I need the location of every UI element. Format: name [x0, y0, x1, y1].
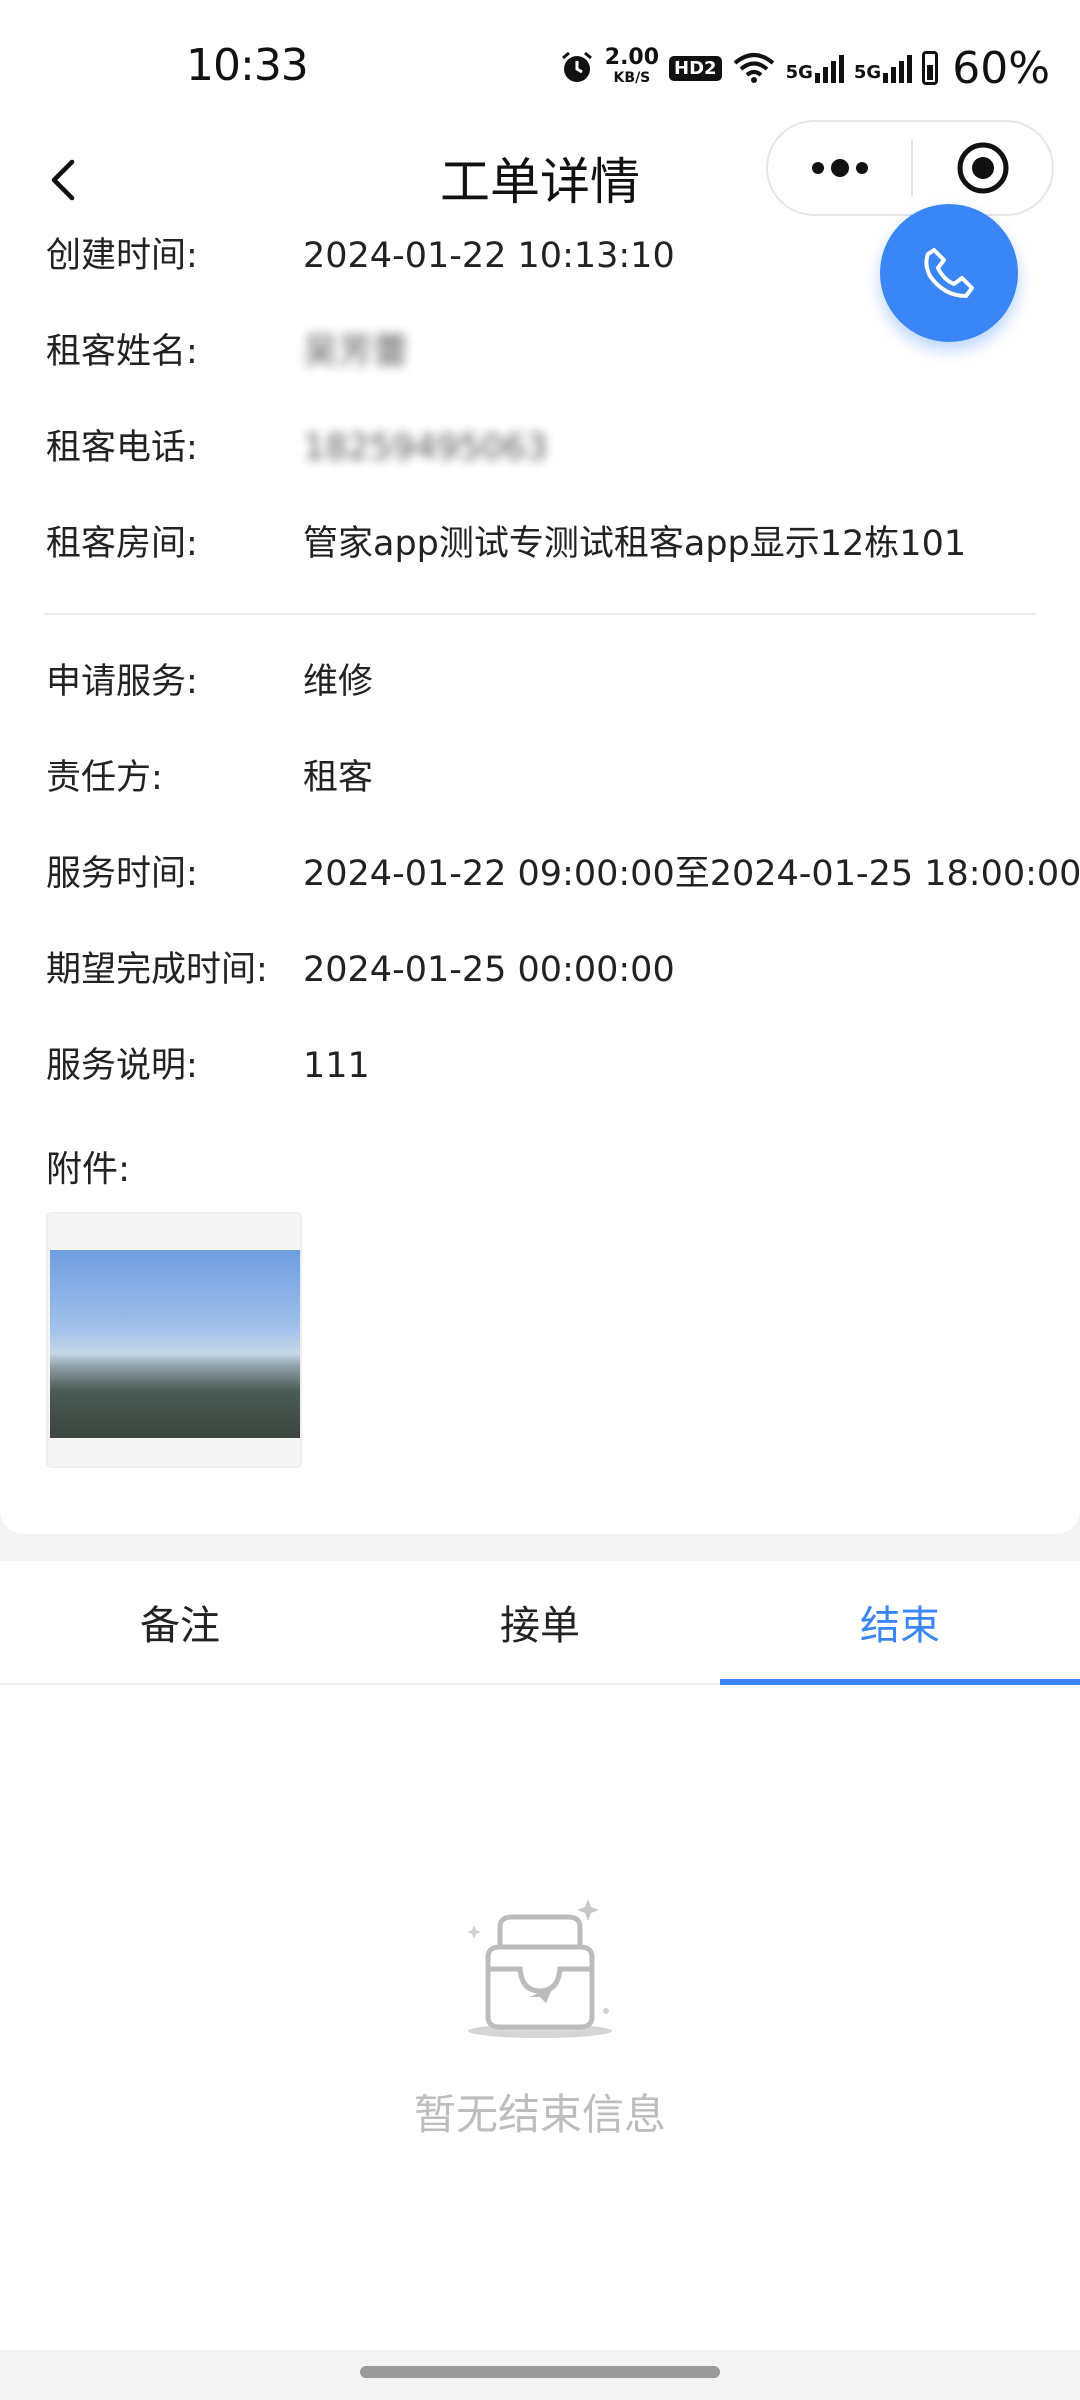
created-time-label: 创建时间: — [46, 236, 198, 276]
battery-icon — [922, 51, 939, 85]
battery-percent: 60% — [952, 42, 1050, 94]
description-value: 111 — [303, 1046, 370, 1086]
tenant-phone-label: 租客电话: — [46, 428, 198, 468]
phone-icon — [924, 248, 974, 298]
tenant-name-label: 租客姓名: — [46, 332, 198, 372]
attachment-label: 附件: — [46, 1149, 131, 1190]
expected-time-value: 2024-01-25 00:00:00 — [303, 950, 675, 990]
empty-state-text: 暂无结束信息 — [413, 2090, 666, 2139]
net-speed-unit: KB/S — [613, 70, 651, 86]
tab-panel: 暂无结束信息 — [0, 1685, 1080, 2350]
tenant-room-value: 管家app测试专测试租客app显示12栋101 — [303, 524, 967, 564]
mini-program-capsule — [766, 120, 1054, 216]
expected-time-label: 期望完成时间: — [46, 950, 268, 990]
status-bar: 10:33 2.00 KB/S HD2 5G 5G 60% — [0, 0, 1080, 136]
alarm-icon — [561, 51, 592, 82]
more-button[interactable] — [768, 122, 911, 214]
service-value: 维修 — [303, 662, 374, 702]
description-label: 服务说明: — [46, 1046, 198, 1086]
net-speed-value: 2.00 — [604, 45, 660, 70]
close-button[interactable] — [913, 122, 1052, 214]
attachment-thumbnail[interactable] — [46, 1212, 302, 1468]
cell-signal-2: 5G — [853, 53, 913, 83]
cell-signal-1: 5G — [786, 53, 844, 83]
tenant-room-label: 租客房间: — [46, 524, 198, 564]
service-label: 申请服务: — [46, 662, 198, 702]
tenant-name-value: 吴芳蕾 — [303, 332, 409, 372]
responsible-label: 责任方: — [46, 758, 163, 798]
tab-bar: 备注 接单 结束 — [0, 1561, 1080, 1685]
more-dots-icon — [811, 159, 868, 177]
net-speed: 2.00 KB/S — [604, 45, 660, 88]
detail-card: 创建时间: 2024-01-22 10:13:10 租客姓名: 吴芳蕾 租客电话… — [0, 204, 1080, 1534]
target-close-icon — [957, 142, 1008, 194]
cell-signal-1-label: 5G — [785, 62, 813, 83]
service-time-label: 服务时间: — [46, 854, 198, 894]
empty-inbox-icon — [467, 1899, 612, 2038]
attachment-image — [50, 1250, 300, 1438]
tenant-phone-value[interactable]: 18259495063 — [303, 424, 548, 472]
home-indicator[interactable] — [360, 2366, 720, 2378]
tab-finish[interactable]: 结束 — [720, 1561, 1080, 1685]
cell-signal-2-label: 5G — [853, 62, 882, 83]
tab-accept-order[interactable]: 接单 — [360, 1561, 720, 1683]
wifi-icon — [733, 53, 774, 83]
tab-remark[interactable]: 备注 — [0, 1561, 360, 1683]
status-icons: 2.00 KB/S HD2 5G 5G 60% — [559, 40, 1050, 96]
service-time-value: 2024-01-22 09:00:00至2024-01-25 18:00:00 — [303, 854, 1080, 894]
responsible-value: 租客 — [303, 758, 374, 798]
created-time-value: 2024-01-22 10:13:10 — [303, 236, 675, 276]
section-divider — [44, 613, 1036, 615]
call-button[interactable] — [880, 204, 1018, 342]
status-time: 10:33 — [186, 40, 309, 91]
hd-badge: HD2 — [669, 55, 722, 81]
